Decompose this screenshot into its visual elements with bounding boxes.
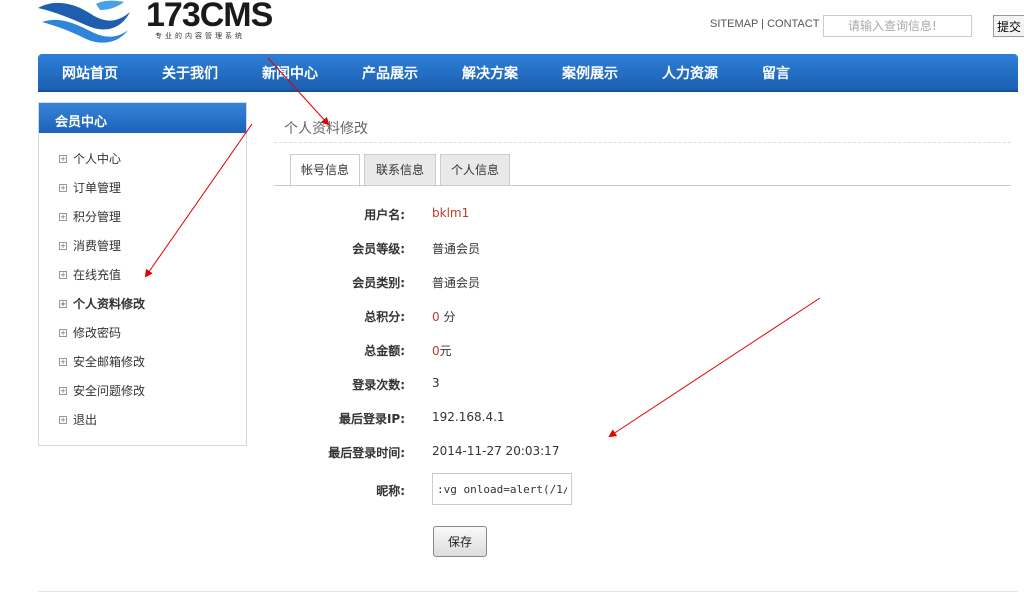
sidebar-item-security-email[interactable]: + 安全邮箱修改 [39, 348, 246, 377]
top-links: SITEMAP | CONTACT [710, 18, 819, 30]
sidebar-item-change-password[interactable]: + 修改密码 [39, 319, 246, 348]
field-member-level: 会员等级: 普通会员 [274, 240, 1011, 260]
sidebar-item-recharge[interactable]: + 在线充值 [39, 261, 246, 290]
tab-underline [274, 185, 1011, 186]
field-last-ip: 最后登录IP: 192.168.4.1 [274, 410, 1011, 430]
sidebar-menu: + 个人中心 + 订单管理 + 积分管理 + 消费管理 + 在线充值 + 个人资料修改 + 修… [39, 133, 246, 435]
sidebar-item-profile-edit[interactable]: + 个人资料修改 [39, 290, 246, 319]
sitemap-link[interactable]: SITEMAP [710, 18, 758, 30]
plus-box-icon: + [59, 358, 67, 366]
sidebar-item-label: 积分管理 [73, 210, 122, 224]
sidebar-item-security-question[interactable]: + 安全问题修改 [39, 377, 246, 406]
page-title: 个人资料修改 [284, 121, 368, 137]
main-nav: 网站首页 关于我们 新闻中心 产品展示 解决方案 案例展示 人力资源 留言 [38, 54, 1018, 92]
plus-box-icon: + [59, 213, 67, 221]
sidebar-item-label: 安全问题修改 [73, 384, 146, 398]
logo-text[interactable]: 173CMS [146, 0, 273, 35]
field-login-count: 登录次数: 3 [274, 376, 1011, 396]
field-label: 总金额: [364, 344, 405, 358]
tab-personal-info[interactable]: 个人信息 [440, 154, 510, 186]
field-label: 最后登录IP: [338, 412, 405, 426]
member-sidebar: 会员中心 + 个人中心 + 订单管理 + 积分管理 + 消费管理 + 在线充值 + 个人资料… [38, 102, 247, 446]
field-label: 用户名: [364, 208, 405, 222]
field-nickname: 昵称: [274, 482, 1011, 502]
field-balance: 总金额: 0元 [274, 342, 1011, 362]
nav-item-news[interactable]: 新闻中心 [262, 63, 318, 83]
save-button[interactable]: 保存 [433, 526, 487, 557]
sidebar-item-personal-center[interactable]: + 个人中心 [39, 145, 246, 174]
field-member-type: 会员类别: 普通会员 [274, 274, 1011, 294]
divider [274, 142, 1011, 143]
points-number: 0 [432, 310, 440, 324]
last-login-time-value: 2014-11-27 20:03:17 [432, 444, 560, 458]
top-links-separator: | [761, 18, 765, 30]
plus-box-icon: + [59, 300, 67, 308]
field-points: 总积分: 0 分 [274, 308, 1011, 328]
sidebar-item-label: 消费管理 [73, 239, 122, 253]
plus-box-icon: + [59, 155, 67, 163]
field-label: 会员类别: [352, 276, 405, 290]
field-label: 最后登录时间: [328, 446, 405, 460]
tab-account-info[interactable]: 帐号信息 [290, 154, 360, 187]
footer-divider [38, 591, 1018, 592]
sidebar-item-label: 个人资料修改 [73, 297, 146, 311]
plus-box-icon: + [59, 387, 67, 395]
plus-box-icon: + [59, 329, 67, 337]
field-label: 登录次数: [352, 378, 405, 392]
sidebar-item-orders[interactable]: + 订单管理 [39, 174, 246, 203]
field-label: 总积分: [364, 310, 405, 324]
sidebar-item-consumption[interactable]: + 消费管理 [39, 232, 246, 261]
sidebar-item-label: 订单管理 [73, 181, 122, 195]
plus-box-icon: + [59, 271, 67, 279]
last-ip-value: 192.168.4.1 [432, 410, 505, 424]
balance-value: 0元 [432, 342, 452, 359]
tab-contact-info[interactable]: 联系信息 [364, 154, 436, 186]
balance-unit: 元 [439, 344, 452, 358]
contact-link[interactable]: CONTACT [767, 18, 819, 30]
field-label: 会员等级: [352, 242, 405, 256]
username-value: bklm1 [432, 206, 470, 220]
sidebar-title: 会员中心 [39, 103, 246, 133]
field-last-login-time: 最后登录时间: 2014-11-27 20:03:17 [274, 444, 1011, 464]
sidebar-item-label: 修改密码 [73, 326, 122, 340]
nickname-input[interactable] [432, 473, 572, 505]
field-username: 用户名: bklm1 [274, 206, 1011, 226]
plus-box-icon: + [59, 242, 67, 250]
search-input[interactable] [823, 15, 972, 37]
plus-box-icon: + [59, 184, 67, 192]
sidebar-item-logout[interactable]: + 退出 [39, 406, 246, 435]
nav-item-hr[interactable]: 人力资源 [662, 63, 718, 83]
sidebar-item-label: 在线充值 [73, 268, 122, 282]
nav-item-home[interactable]: 网站首页 [62, 63, 118, 83]
logo-wave-icon [38, 0, 130, 43]
nav-item-products[interactable]: 产品展示 [362, 63, 418, 83]
logo-tagline: 专业的内容管理系统 [155, 32, 245, 40]
search-submit-button[interactable]: 提交 [993, 15, 1024, 37]
nav-item-solutions[interactable]: 解决方案 [462, 63, 518, 83]
points-value: 0 分 [432, 308, 455, 325]
balance-number: 0 [432, 344, 440, 358]
field-label: 昵称: [376, 484, 405, 498]
profile-edit-panel: 个人资料修改 帐号信息 联系信息 个人信息 用户名: bklm1 会员等级: 普… [274, 104, 1011, 574]
sidebar-item-label: 个人中心 [73, 152, 122, 166]
sidebar-item-label: 安全邮箱修改 [73, 355, 146, 369]
site-header: 173CMS 专业的内容管理系统 SITEMAP | CONTACT 提交 [0, 0, 1024, 52]
nav-item-cases[interactable]: 案例展示 [562, 63, 618, 83]
plus-box-icon: + [59, 416, 67, 424]
member-type-value: 普通会员 [432, 276, 481, 290]
member-level-value: 普通会员 [432, 242, 481, 256]
login-count-value: 3 [432, 376, 440, 390]
sidebar-item-points[interactable]: + 积分管理 [39, 203, 246, 232]
nav-item-message[interactable]: 留言 [762, 63, 790, 83]
points-unit: 分 [443, 310, 456, 324]
nav-item-about[interactable]: 关于我们 [162, 63, 218, 83]
sidebar-item-label: 退出 [73, 413, 98, 427]
